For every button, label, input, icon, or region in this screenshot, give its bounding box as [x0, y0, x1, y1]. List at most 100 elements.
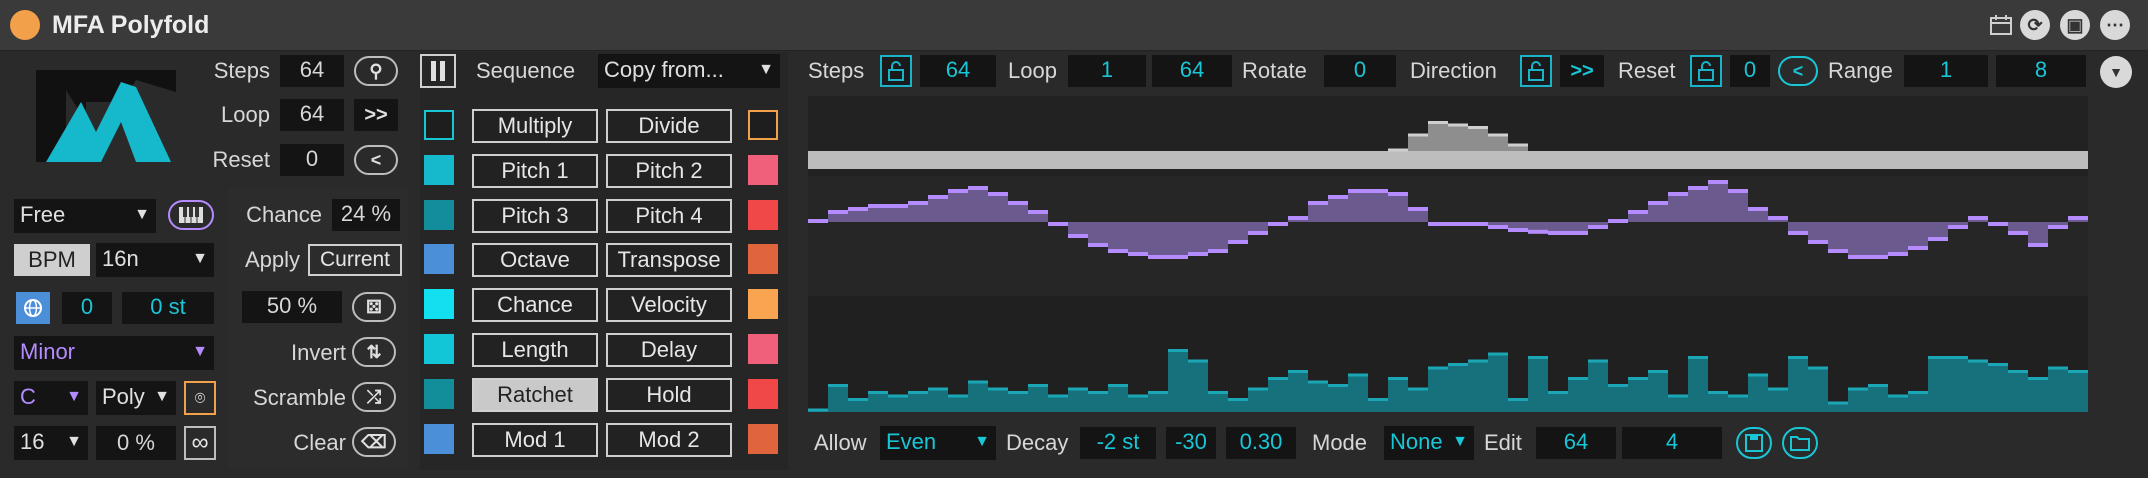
loop-forward-button[interactable]: >>	[354, 99, 398, 131]
globe-icon[interactable]	[16, 292, 50, 324]
dice-icon[interactable]: ⚄	[352, 292, 396, 322]
left-color-swatch[interactable]	[424, 378, 454, 409]
key-icon[interactable]: ⚲	[354, 56, 398, 86]
steps-lock-icon[interactable]	[880, 55, 912, 87]
sequence-button-right[interactable]: Pitch 2	[606, 153, 732, 188]
scale-dropdown[interactable]: Minor ▼	[14, 336, 214, 370]
right-color-swatch[interactable]	[748, 378, 778, 409]
sequence-button-right[interactable]: Divide	[606, 109, 732, 143]
step-sequencer-chart[interactable]	[808, 96, 2088, 412]
sequence-button-right[interactable]: Pitch 4	[606, 198, 732, 233]
right-color-swatch[interactable]	[748, 244, 778, 275]
rotate-field[interactable]: 0	[1324, 55, 1396, 87]
lane-2-step-cap	[1848, 255, 1868, 259]
copy-from-value: Copy from...	[604, 57, 724, 82]
left-color-swatch[interactable]	[424, 199, 454, 230]
copy-from-dropdown[interactable]: Copy from... ▼	[598, 54, 780, 88]
decay-semitones-field[interactable]: -2 st	[1080, 427, 1156, 459]
lane-3-step-cap	[1728, 394, 1748, 398]
open-folder-icon[interactable]	[1782, 427, 1818, 459]
invert-icon[interactable]: ⇅	[352, 337, 396, 367]
probability-field[interactable]: 50 %	[242, 291, 342, 323]
sequence-button-left[interactable]: Pitch 1	[472, 153, 598, 188]
top-loop-label: Loop	[1008, 58, 1057, 83]
decay-a-field[interactable]: -30	[1166, 427, 1216, 459]
lane-2-step-cap	[1228, 240, 1248, 244]
lane-2-step-cap	[1728, 189, 1748, 193]
reset-lock-icon[interactable]	[1690, 55, 1722, 87]
left-color-swatch[interactable]	[424, 334, 454, 364]
left-color-swatch[interactable]	[424, 244, 454, 275]
lane-3-step	[1908, 391, 1928, 412]
range-start-field[interactable]: 1	[1904, 55, 1988, 87]
direction-lock-icon[interactable]	[1520, 55, 1552, 87]
right-color-swatch[interactable]	[748, 289, 778, 320]
drum-icon[interactable]: ⌾	[184, 381, 216, 415]
loop-start-field[interactable]: 1	[1068, 55, 1146, 87]
top-steps-field[interactable]: 64	[920, 55, 996, 87]
range-end-field[interactable]: 8	[1996, 55, 2086, 87]
left-color-swatch[interactable]	[424, 154, 454, 185]
sequence-button-left[interactable]: Octave	[472, 243, 598, 278]
left-color-swatch[interactable]	[424, 110, 454, 140]
device-power-icon[interactable]	[10, 10, 40, 40]
sequence-button-left[interactable]: Ratchet	[472, 377, 598, 412]
chance-field[interactable]: 24 %	[332, 199, 400, 231]
chevron-down-icon: ▼	[66, 388, 82, 405]
sequence-button-left[interactable]: Chance	[472, 288, 598, 323]
more-icon[interactable]: ⋯	[2100, 10, 2130, 40]
right-color-swatch[interactable]	[748, 154, 778, 185]
left-color-swatch[interactable]	[424, 423, 454, 454]
refresh-icon[interactable]: ⟳	[2020, 10, 2050, 40]
collapse-chevron-icon[interactable]: ▼	[2100, 56, 2132, 88]
division-dropdown[interactable]: 16 ▼	[14, 426, 88, 460]
left-color-swatch[interactable]	[424, 289, 454, 320]
root-dropdown[interactable]: C ▼	[14, 381, 88, 415]
sequence-button-right[interactable]: Mod 2	[606, 422, 732, 457]
right-color-swatch[interactable]	[748, 110, 778, 140]
edit-a-field[interactable]: 64	[1536, 427, 1616, 459]
loop-end-field[interactable]: 64	[1152, 55, 1232, 87]
shuffle-icon[interactable]: ⤮	[352, 382, 396, 412]
pause-icon[interactable]	[420, 54, 456, 88]
transpose-semitones[interactable]: 0 st	[122, 292, 214, 324]
voice-mode-dropdown[interactable]: Poly ▼	[96, 381, 176, 415]
direction-button[interactable]: >>	[1560, 55, 1604, 87]
sequence-button-right[interactable]: Velocity	[606, 288, 732, 323]
save-preset-icon[interactable]	[1736, 427, 1772, 459]
lane-2-step-cap	[1468, 222, 1488, 226]
loop-field[interactable]: 64	[280, 99, 344, 131]
decay-b-field[interactable]: 0.30	[1226, 427, 1296, 459]
lane-3-step-cap	[2008, 370, 2028, 373]
infinity-icon[interactable]: ∞	[184, 426, 216, 460]
reset-back-button[interactable]: <	[354, 145, 398, 175]
sequence-button-right[interactable]: Transpose	[606, 243, 732, 278]
clock-mode-dropdown[interactable]: Free ▼	[14, 199, 156, 233]
right-color-swatch[interactable]	[748, 423, 778, 454]
rate-dropdown[interactable]: 16n ▼	[96, 243, 214, 277]
sequence-button-right[interactable]: Hold	[606, 377, 732, 412]
percent-field[interactable]: 0 %	[96, 426, 176, 460]
calendar-icon[interactable]	[1986, 10, 2016, 40]
right-color-swatch[interactable]	[748, 199, 778, 230]
sequence-button-left[interactable]: Length	[472, 333, 598, 367]
transpose-value[interactable]: 0	[62, 292, 112, 324]
lane-2-step-cap	[848, 207, 868, 211]
top-reset-button[interactable]: <	[1778, 56, 1818, 86]
apply-mode-button[interactable]: Current	[308, 244, 402, 276]
edit-b-field[interactable]: 4	[1622, 427, 1722, 459]
allow-dropdown[interactable]: Even ▼	[880, 426, 996, 460]
sequence-button-left[interactable]: Pitch 3	[472, 198, 598, 233]
mode-dropdown[interactable]: None ▼	[1384, 426, 1474, 460]
sequence-button-right[interactable]: Delay	[606, 333, 732, 367]
right-color-swatch[interactable]	[748, 334, 778, 364]
reset-field[interactable]: 0	[280, 144, 344, 176]
sequence-button-left[interactable]: Mod 1	[472, 422, 598, 457]
eraser-icon[interactable]: ⌫	[352, 427, 396, 457]
steps-field[interactable]: 64	[280, 55, 344, 87]
piano-icon[interactable]	[168, 200, 214, 230]
top-reset-field[interactable]: 0	[1730, 55, 1770, 87]
save-icon[interactable]: ▣	[2060, 10, 2090, 40]
bpm-toggle[interactable]: BPM	[14, 244, 90, 276]
sequence-button-left[interactable]: Multiply	[472, 109, 598, 143]
